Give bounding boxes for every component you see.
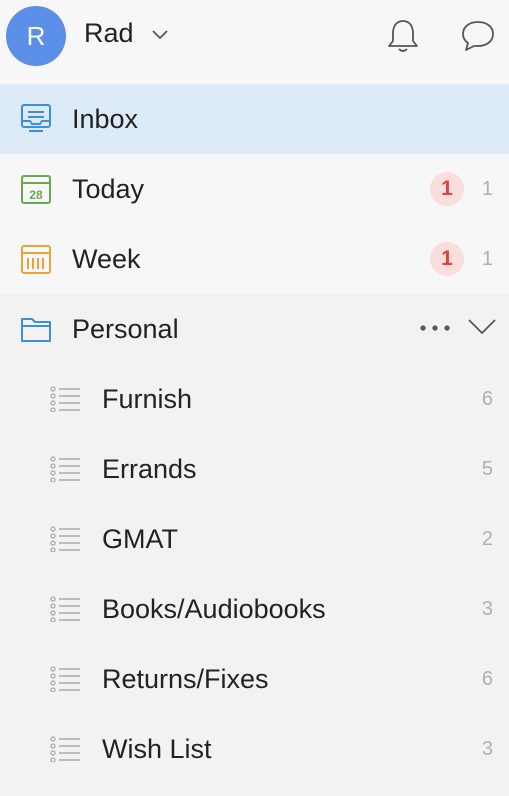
folder-personal[interactable]: Personal xyxy=(0,294,509,364)
list-icon xyxy=(50,736,80,762)
calendar-date-text: 28 xyxy=(29,188,43,202)
overdue-badge: 1 xyxy=(430,172,464,206)
task-count: 2 xyxy=(481,527,493,550)
list-item[interactable]: Wish List 3 xyxy=(0,714,509,784)
list-item[interactable]: GMAT 2 xyxy=(0,504,509,574)
chevron-down-icon[interactable] xyxy=(150,24,170,44)
list-label: Books/Audiobooks xyxy=(102,593,326,624)
sidebar-item-week[interactable]: Week 1 1 xyxy=(0,224,509,294)
list-icon xyxy=(50,596,80,622)
calendar-day-icon: 28 xyxy=(21,175,51,204)
list-item[interactable]: Returns/Fixes 6 xyxy=(0,644,509,714)
list-icon xyxy=(50,666,80,692)
avatar[interactable]: R xyxy=(6,6,66,66)
list-icon xyxy=(50,456,80,482)
list-icon xyxy=(50,526,80,552)
task-count: 1 xyxy=(481,177,493,200)
folder-label: Personal xyxy=(72,313,179,344)
task-count: 6 xyxy=(481,387,493,410)
sidebar-item-inbox[interactable]: Inbox xyxy=(0,84,509,154)
sidebar-item-label: Week xyxy=(72,243,141,274)
list-icon xyxy=(50,386,80,412)
sidebar-item-today[interactable]: 28 Today 1 1 xyxy=(0,154,509,224)
chat-bubble-icon[interactable] xyxy=(460,18,496,54)
task-count: 1 xyxy=(481,247,493,270)
list-label: Returns/Fixes xyxy=(102,663,269,694)
list-item[interactable]: Furnish 6 xyxy=(0,364,509,434)
list-label: GMAT xyxy=(102,523,178,554)
list-item[interactable]: Books/Audiobooks 3 xyxy=(0,574,509,644)
task-count: 6 xyxy=(481,667,493,690)
chevron-down-icon[interactable] xyxy=(466,314,498,338)
inbox-tray-icon xyxy=(21,104,51,132)
task-count: 3 xyxy=(481,737,493,760)
more-horizontal-icon[interactable] xyxy=(418,320,452,336)
list-label: Errands xyxy=(102,453,197,484)
sidebar: R Rad Inbox 28 Today 1 1 Week 1 1 Person… xyxy=(0,0,509,796)
list-item[interactable]: Errands 5 xyxy=(0,434,509,504)
list-label: Wish List xyxy=(102,733,212,764)
user-name[interactable]: Rad xyxy=(84,18,134,49)
calendar-week-icon xyxy=(21,245,51,274)
task-count: 5 xyxy=(481,457,493,480)
folder-icon xyxy=(21,318,51,342)
sidebar-header: R Rad xyxy=(0,0,509,84)
list-label: Furnish xyxy=(102,383,193,414)
overdue-badge: 1 xyxy=(430,242,464,276)
task-count: 3 xyxy=(481,597,493,620)
sidebar-item-label: Inbox xyxy=(72,103,139,134)
sidebar-item-label: Today xyxy=(72,173,145,204)
bell-icon[interactable] xyxy=(386,18,420,54)
